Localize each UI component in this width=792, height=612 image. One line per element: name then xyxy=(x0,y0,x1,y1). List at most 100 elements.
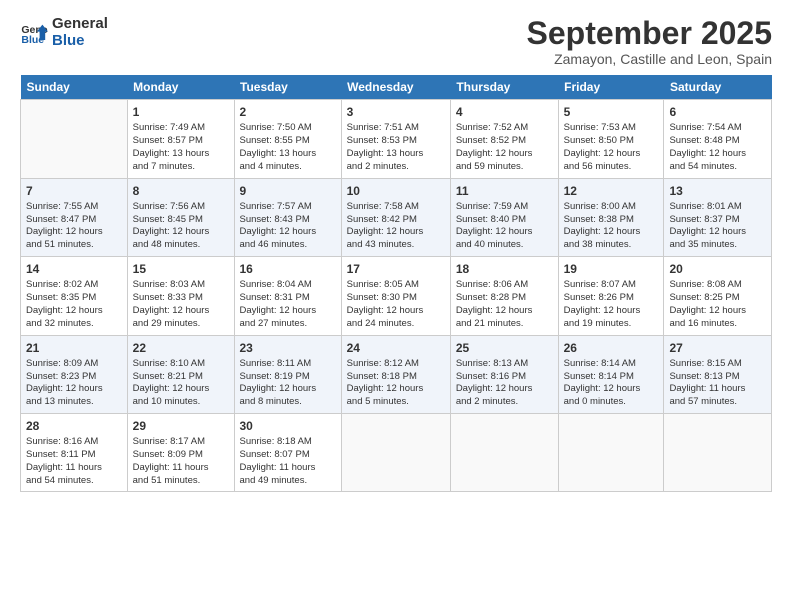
table-row: 24Sunrise: 8:12 AM Sunset: 8:18 PM Dayli… xyxy=(341,335,450,413)
day-info: Sunrise: 8:02 AM Sunset: 8:35 PM Dayligh… xyxy=(26,279,122,330)
day-info: Sunrise: 7:52 AM Sunset: 8:52 PM Dayligh… xyxy=(456,122,553,173)
table-row: 20Sunrise: 8:08 AM Sunset: 8:25 PM Dayli… xyxy=(664,257,772,335)
table-row: 8Sunrise: 7:56 AM Sunset: 8:45 PM Daylig… xyxy=(127,178,234,256)
day-info: Sunrise: 8:10 AM Sunset: 8:21 PM Dayligh… xyxy=(133,358,229,409)
day-info: Sunrise: 7:53 AM Sunset: 8:50 PM Dayligh… xyxy=(564,122,659,173)
day-number: 13 xyxy=(669,183,766,199)
day-info: Sunrise: 8:00 AM Sunset: 8:38 PM Dayligh… xyxy=(564,201,659,252)
day-info: Sunrise: 7:59 AM Sunset: 8:40 PM Dayligh… xyxy=(456,201,553,252)
day-number: 16 xyxy=(240,261,336,277)
day-info: Sunrise: 7:55 AM Sunset: 8:47 PM Dayligh… xyxy=(26,201,122,252)
day-number: 17 xyxy=(347,261,445,277)
logo-text-general: General xyxy=(52,16,108,33)
day-info: Sunrise: 7:50 AM Sunset: 8:55 PM Dayligh… xyxy=(240,122,336,173)
day-info: Sunrise: 8:08 AM Sunset: 8:25 PM Dayligh… xyxy=(669,279,766,330)
table-row xyxy=(450,413,558,491)
day-info: Sunrise: 8:11 AM Sunset: 8:19 PM Dayligh… xyxy=(240,358,336,409)
header-wednesday: Wednesday xyxy=(341,75,450,100)
day-number: 4 xyxy=(456,104,553,120)
calendar-week-row: 21 Sunrise: 8:09 AM Sunset: 8:23 PM Dayli… xyxy=(21,335,772,413)
day-info: Sunrise: 8:17 AM Sunset: 8:09 PM Dayligh… xyxy=(133,436,229,487)
table-row xyxy=(664,413,772,491)
calendar-week-row: 14 Sunrise: 8:02 AM Sunset: 8:35 PM Dayli… xyxy=(21,257,772,335)
day-info: Sunrise: 8:01 AM Sunset: 8:37 PM Dayligh… xyxy=(669,201,766,252)
day-info: Sunrise: 7:56 AM Sunset: 8:45 PM Dayligh… xyxy=(133,201,229,252)
day-info: Sunrise: 7:58 AM Sunset: 8:42 PM Dayligh… xyxy=(347,201,445,252)
day-info: Sunrise: 8:04 AM Sunset: 8:31 PM Dayligh… xyxy=(240,279,336,330)
table-row: 23 Sunrise: 8:11 AM Sunset: 8:19 PM Dayli… xyxy=(234,335,341,413)
day-number: 26 xyxy=(564,340,659,356)
day-number: 5 xyxy=(564,104,659,120)
table-row: 1 Sunrise: 7:49 AM Sunset: 8:57 PM Daylig… xyxy=(127,100,234,178)
table-row: 26 Sunrise: 8:14 AM Sunset: 8:14 PM Dayli… xyxy=(558,335,664,413)
table-row: 16 Sunrise: 8:04 AM Sunset: 8:31 PM Dayli… xyxy=(234,257,341,335)
table-row: 17Sunrise: 8:05 AM Sunset: 8:30 PM Dayli… xyxy=(341,257,450,335)
header-sunday: Sunday xyxy=(21,75,128,100)
day-info: Sunrise: 8:03 AM Sunset: 8:33 PM Dayligh… xyxy=(133,279,229,330)
day-number: 12 xyxy=(564,183,659,199)
table-row: 10 Sunrise: 7:58 AM Sunset: 8:42 PM Dayli… xyxy=(341,178,450,256)
table-row: 5 Sunrise: 7:53 AM Sunset: 8:50 PM Daylig… xyxy=(558,100,664,178)
day-info: Sunrise: 8:14 AM Sunset: 8:14 PM Dayligh… xyxy=(564,358,659,409)
table-row: 22 Sunrise: 8:10 AM Sunset: 8:21 PM Dayli… xyxy=(127,335,234,413)
table-row: 3Sunrise: 7:51 AM Sunset: 8:53 PM Daylig… xyxy=(341,100,450,178)
day-number: 1 xyxy=(133,104,229,120)
table-row: 21 Sunrise: 8:09 AM Sunset: 8:23 PM Dayli… xyxy=(21,335,128,413)
calendar-page: General Blue General Blue September 2025… xyxy=(0,0,792,612)
day-number: 30 xyxy=(240,418,336,434)
table-row: 25 Sunrise: 8:13 AM Sunset: 8:16 PM Dayli… xyxy=(450,335,558,413)
day-number: 23 xyxy=(240,340,336,356)
day-info: Sunrise: 8:13 AM Sunset: 8:16 PM Dayligh… xyxy=(456,358,553,409)
table-row: 2 Sunrise: 7:50 AM Sunset: 8:55 PM Daylig… xyxy=(234,100,341,178)
table-row: 9 Sunrise: 7:57 AM Sunset: 8:43 PM Daylig… xyxy=(234,178,341,256)
logo: General Blue General Blue xyxy=(20,16,108,49)
day-info: Sunrise: 8:09 AM Sunset: 8:23 PM Dayligh… xyxy=(26,358,122,409)
day-number: 9 xyxy=(240,183,336,199)
day-number: 18 xyxy=(456,261,553,277)
day-number: 22 xyxy=(133,340,229,356)
day-number: 10 xyxy=(347,183,445,199)
calendar-week-row: 28 Sunrise: 8:16 AM Sunset: 8:11 PM Dayli… xyxy=(21,413,772,491)
calendar-week-row: 1 Sunrise: 7:49 AM Sunset: 8:57 PM Daylig… xyxy=(21,100,772,178)
table-row: 12 Sunrise: 8:00 AM Sunset: 8:38 PM Dayli… xyxy=(558,178,664,256)
header-tuesday: Tuesday xyxy=(234,75,341,100)
day-number: 27 xyxy=(669,340,766,356)
table-row: 29 Sunrise: 8:17 AM Sunset: 8:09 PM Dayli… xyxy=(127,413,234,491)
day-number: 2 xyxy=(240,104,336,120)
day-number: 28 xyxy=(26,418,122,434)
day-info: Sunrise: 8:07 AM Sunset: 8:26 PM Dayligh… xyxy=(564,279,659,330)
day-info: Sunrise: 8:18 AM Sunset: 8:07 PM Dayligh… xyxy=(240,436,336,487)
day-number: 29 xyxy=(133,418,229,434)
table-row: 11 Sunrise: 7:59 AM Sunset: 8:40 PM Dayli… xyxy=(450,178,558,256)
calendar-table: Sunday Monday Tuesday Wednesday Thursday… xyxy=(20,75,772,492)
day-info: Sunrise: 8:15 AM Sunset: 8:13 PM Dayligh… xyxy=(669,358,766,409)
day-number: 3 xyxy=(347,104,445,120)
logo-icon: General Blue xyxy=(20,19,48,47)
header-monday: Monday xyxy=(127,75,234,100)
day-info: Sunrise: 7:57 AM Sunset: 8:43 PM Dayligh… xyxy=(240,201,336,252)
day-number: 25 xyxy=(456,340,553,356)
table-row xyxy=(21,100,128,178)
table-row: 18 Sunrise: 8:06 AM Sunset: 8:28 PM Dayli… xyxy=(450,257,558,335)
day-number: 11 xyxy=(456,183,553,199)
day-info: Sunrise: 7:54 AM Sunset: 8:48 PM Dayligh… xyxy=(669,122,766,173)
day-number: 14 xyxy=(26,261,122,277)
day-info: Sunrise: 7:49 AM Sunset: 8:57 PM Dayligh… xyxy=(133,122,229,173)
table-row: 6 Sunrise: 7:54 AM Sunset: 8:48 PM Daylig… xyxy=(664,100,772,178)
day-info: Sunrise: 8:16 AM Sunset: 8:11 PM Dayligh… xyxy=(26,436,122,487)
day-number: 24 xyxy=(347,340,445,356)
table-row xyxy=(341,413,450,491)
day-number: 15 xyxy=(133,261,229,277)
calendar-week-row: 7Sunrise: 7:55 AM Sunset: 8:47 PM Daylig… xyxy=(21,178,772,256)
day-info: Sunrise: 8:06 AM Sunset: 8:28 PM Dayligh… xyxy=(456,279,553,330)
table-row: 28 Sunrise: 8:16 AM Sunset: 8:11 PM Dayli… xyxy=(21,413,128,491)
header-friday: Friday xyxy=(558,75,664,100)
day-number: 21 xyxy=(26,340,122,356)
table-row: 4 Sunrise: 7:52 AM Sunset: 8:52 PM Daylig… xyxy=(450,100,558,178)
table-row: 30 Sunrise: 8:18 AM Sunset: 8:07 PM Dayli… xyxy=(234,413,341,491)
header-saturday: Saturday xyxy=(664,75,772,100)
logo-text-blue: Blue xyxy=(52,33,108,50)
table-row: 19Sunrise: 8:07 AM Sunset: 8:26 PM Dayli… xyxy=(558,257,664,335)
table-row: 27 Sunrise: 8:15 AM Sunset: 8:13 PM Dayli… xyxy=(664,335,772,413)
day-number: 6 xyxy=(669,104,766,120)
